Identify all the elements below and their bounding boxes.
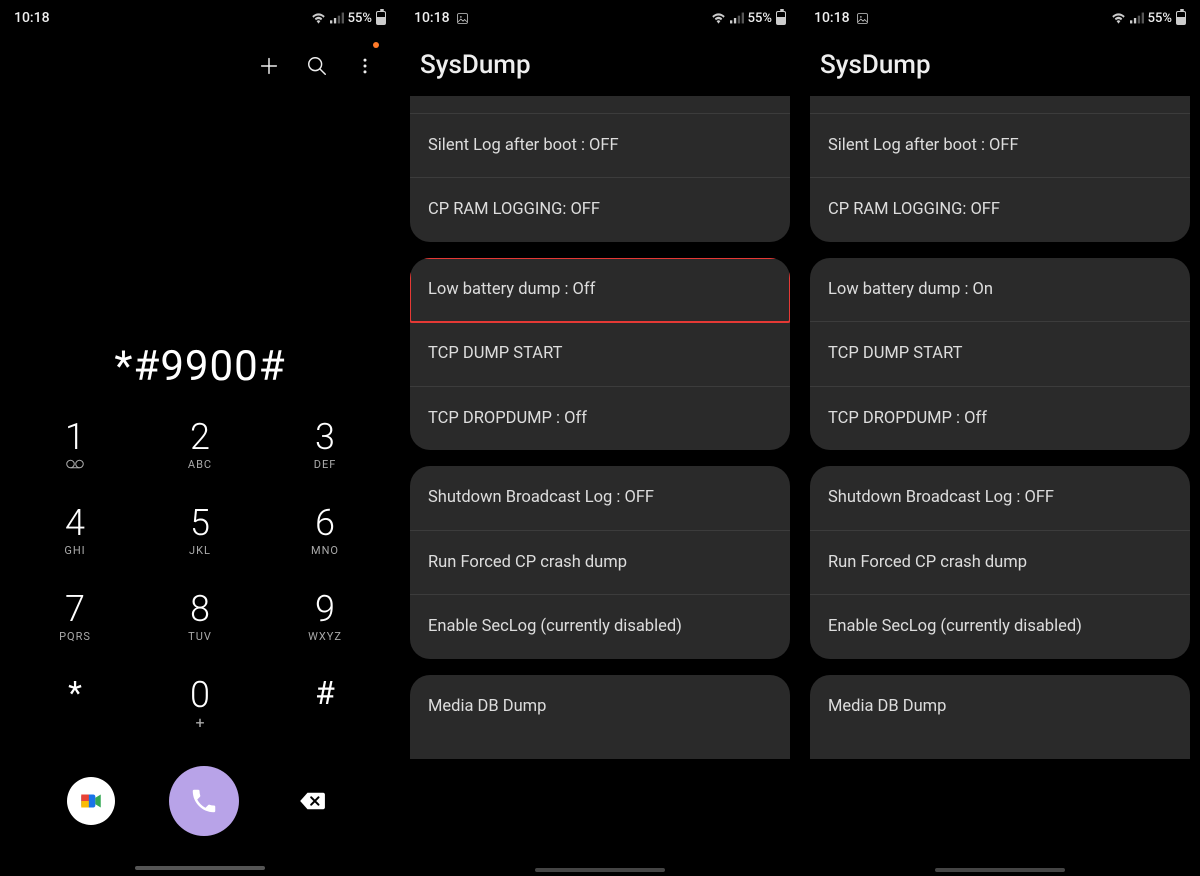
add-icon[interactable] [258, 55, 280, 77]
list-item-media-db-dump[interactable]: Media DB Dump [810, 675, 1190, 759]
list-item-tcp-dropdump[interactable]: TCP DROPDUMP : Off [410, 387, 790, 450]
list-item-enable-seclog[interactable]: Enable SecLog (currently disabled) [410, 595, 790, 658]
home-indicator[interactable] [135, 866, 265, 870]
list-group: Low battery dump : On TCP DUMP START TCP… [810, 258, 1190, 450]
list-group: Shutdown Broadcast Log : OFF Run Forced … [410, 466, 790, 658]
list-item[interactable] [810, 96, 1190, 114]
wifi-icon [1111, 12, 1126, 24]
signal-icon [330, 12, 344, 24]
list-item-tcp-dropdump[interactable]: TCP DROPDUMP : Off [810, 387, 1190, 450]
key-3[interactable]: 3DEF [280, 419, 370, 471]
dialer-number-display: *#9900# [0, 102, 400, 419]
home-indicator[interactable] [935, 868, 1065, 872]
sysdump-list[interactable]: Silent Log after boot : OFF CP RAM LOGGI… [400, 96, 800, 876]
page-title: SysDump [800, 30, 1200, 96]
list-item-silent-log-boot[interactable]: Silent Log after boot : OFF [810, 114, 1190, 178]
key-4[interactable]: 4GHI [30, 505, 120, 557]
list-item-enable-seclog[interactable]: Enable SecLog (currently disabled) [810, 595, 1190, 658]
key-star[interactable]: * [30, 677, 120, 732]
key-7[interactable]: 7PQRS [30, 591, 120, 643]
sysdump-app: SysDump Silent Log after boot : OFF CP R… [800, 30, 1200, 876]
status-battery-pct: 55% [1148, 11, 1172, 26]
list-group: Silent Log after boot : OFF CP RAM LOGGI… [410, 96, 790, 242]
sysdump-app: SysDump Silent Log after boot : OFF CP R… [400, 30, 800, 876]
key-6[interactable]: 6MNO [280, 505, 370, 557]
status-bar: 10:18 55% [0, 0, 400, 30]
dialed-number: *#9900# [114, 342, 285, 391]
list-item-silent-log-boot[interactable]: Silent Log after boot : OFF [410, 114, 790, 178]
dialer-app: *#9900# 1 2ABC 3DEF 4GHI 5JKL 6MNO 7PQRS… [0, 30, 400, 876]
wifi-icon [711, 12, 726, 24]
wifi-icon [311, 12, 326, 24]
list-item[interactable] [410, 96, 790, 114]
list-group: Low battery dump : Off TCP DUMP START TC… [410, 258, 790, 450]
video-call-button[interactable] [67, 777, 115, 825]
search-icon[interactable] [306, 55, 328, 77]
dialer-actions [0, 766, 400, 866]
home-indicator[interactable] [535, 868, 665, 872]
key-9[interactable]: 9WXYZ [280, 591, 370, 643]
call-button[interactable] [169, 766, 239, 836]
list-item-cp-ram-logging[interactable]: CP RAM LOGGING: OFF [410, 178, 790, 241]
list-item-shutdown-broadcast[interactable]: Shutdown Broadcast Log : OFF [410, 466, 790, 530]
list-group: Silent Log after boot : OFF CP RAM LOGGI… [810, 96, 1190, 242]
status-battery-pct: 55% [748, 11, 772, 26]
battery-icon [1176, 11, 1186, 25]
image-icon [856, 12, 869, 25]
key-0[interactable]: 0+ [155, 677, 245, 732]
list-item-forced-cp-crash[interactable]: Run Forced CP crash dump [410, 531, 790, 595]
phone-sysdump-before: 10:18 55% SysDump Silent Log after boot … [400, 0, 800, 876]
key-2[interactable]: 2ABC [155, 419, 245, 471]
list-item-forced-cp-crash[interactable]: Run Forced CP crash dump [810, 531, 1190, 595]
status-bar: 10:18 55% [400, 0, 800, 30]
status-time: 10:18 [814, 10, 850, 26]
key-5[interactable]: 5JKL [155, 505, 245, 557]
phone-icon [189, 786, 219, 816]
phone-sysdump-after: 10:18 55% SysDump Silent Log after boot … [800, 0, 1200, 876]
list-item-media-db-dump[interactable]: Media DB Dump [410, 675, 790, 759]
list-group: Media DB Dump [810, 675, 1190, 759]
dialer-toolbar [0, 30, 400, 102]
key-1[interactable]: 1 [30, 419, 120, 471]
page-title: SysDump [400, 30, 800, 96]
key-hash[interactable]: # [280, 677, 370, 732]
list-group: Shutdown Broadcast Log : OFF Run Forced … [810, 466, 1190, 658]
meet-icon [78, 788, 104, 814]
battery-icon [376, 11, 386, 25]
list-item-low-battery-dump[interactable]: Low battery dump : On [810, 258, 1190, 322]
signal-icon [1130, 12, 1144, 24]
signal-icon [730, 12, 744, 24]
backspace-icon [297, 790, 329, 812]
more-icon[interactable] [354, 55, 376, 77]
image-icon [456, 12, 469, 25]
list-group: Media DB Dump [410, 675, 790, 759]
list-item-shutdown-broadcast[interactable]: Shutdown Broadcast Log : OFF [810, 466, 1190, 530]
list-item-low-battery-dump[interactable]: Low battery dump : Off [410, 258, 790, 322]
status-time: 10:18 [14, 10, 50, 26]
keypad: 1 2ABC 3DEF 4GHI 5JKL 6MNO 7PQRS 8TUV 9W… [0, 419, 400, 766]
sysdump-list[interactable]: Silent Log after boot : OFF CP RAM LOGGI… [800, 96, 1200, 876]
list-item-tcp-dump-start[interactable]: TCP DUMP START [410, 322, 790, 386]
list-item-tcp-dump-start[interactable]: TCP DUMP START [810, 322, 1190, 386]
notification-dot-icon [373, 42, 379, 48]
status-battery-pct: 55% [348, 11, 372, 26]
phone-dialer: 10:18 55% *#99 [0, 0, 400, 876]
list-item-cp-ram-logging[interactable]: CP RAM LOGGING: OFF [810, 178, 1190, 241]
backspace-button[interactable] [293, 790, 333, 812]
key-8[interactable]: 8TUV [155, 591, 245, 643]
battery-icon [776, 11, 786, 25]
status-bar: 10:18 55% [800, 0, 1200, 30]
voicemail-icon [66, 459, 84, 469]
status-right: 55% [311, 11, 386, 26]
status-time: 10:18 [414, 10, 450, 26]
